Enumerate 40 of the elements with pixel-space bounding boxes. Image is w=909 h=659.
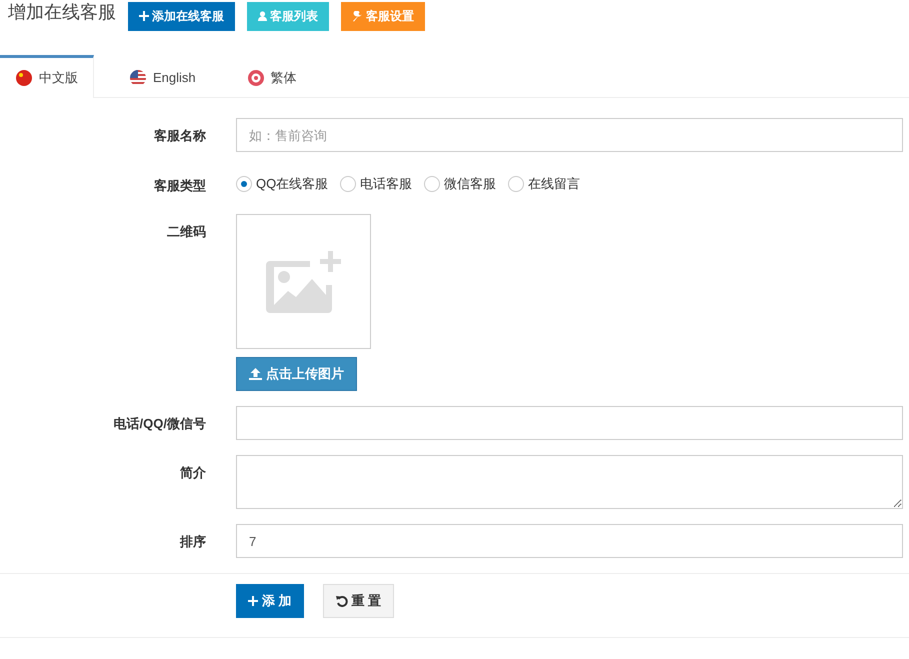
upload-icon xyxy=(249,368,262,380)
field-label: 简介 xyxy=(180,464,206,482)
radio-button[interactable] xyxy=(424,176,440,192)
input-field[interactable]: 如：售前咨询 xyxy=(236,118,903,152)
field-label: 客服类型 xyxy=(154,177,206,195)
input-field[interactable] xyxy=(236,455,903,509)
radio-option[interactable]: QQ在线客服 xyxy=(236,175,328,193)
radio-label: 微信客服 xyxy=(444,175,496,193)
field-label: 排序 xyxy=(180,533,206,551)
plus-icon xyxy=(139,11,149,21)
flag-icon xyxy=(248,70,264,86)
language-tab[interactable]: 繁体 xyxy=(232,55,313,97)
radio-option[interactable]: 电话客服 xyxy=(340,175,412,193)
upload-button[interactable]: 点击上传图片 xyxy=(236,357,357,391)
flag-icon xyxy=(130,70,146,86)
radio-option[interactable]: 微信客服 xyxy=(424,175,496,193)
image-placeholder[interactable] xyxy=(236,214,371,349)
user-icon xyxy=(258,11,267,21)
reset-button[interactable]: 重 置 xyxy=(322,584,394,618)
radio-button[interactable] xyxy=(340,176,356,192)
reset-icon xyxy=(336,595,348,607)
radio-option[interactable]: 在线留言 xyxy=(508,175,580,193)
radio-button[interactable] xyxy=(508,176,524,192)
input-field[interactable]: 7 xyxy=(236,524,903,558)
add-button[interactable]: 添 加 xyxy=(236,584,304,618)
page-title: 增加在线客服 xyxy=(8,1,116,24)
plus-icon xyxy=(248,596,258,606)
field-label: 二维码 xyxy=(167,223,206,241)
language-tab[interactable]: 中文版 xyxy=(0,55,94,98)
field-label: 客服名称 xyxy=(154,127,206,145)
add-image-icon xyxy=(266,250,341,312)
flag-icon xyxy=(16,70,32,86)
radio-label: QQ在线客服 xyxy=(256,175,328,193)
language-tab[interactable]: English xyxy=(114,55,212,97)
input-field[interactable] xyxy=(236,406,903,440)
header-button[interactable]: 添加在线客服 xyxy=(128,2,235,30)
radio-label: 电话客服 xyxy=(360,175,412,193)
radio-label: 在线留言 xyxy=(528,175,580,193)
field-label: 电话/QQ/微信号 xyxy=(114,415,206,433)
radio-button[interactable] xyxy=(236,176,252,192)
